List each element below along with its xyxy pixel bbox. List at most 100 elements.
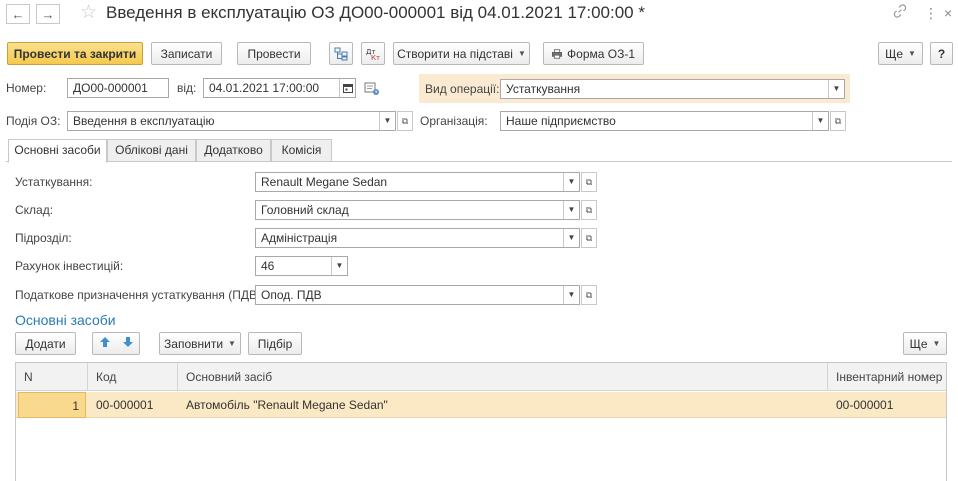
date-field[interactable]: 04.01.2021 17:00:00 — [203, 78, 356, 98]
chevron-down-icon: ▼ — [228, 339, 236, 348]
more-button[interactable]: Ще ▼ — [878, 42, 923, 65]
event-value: Введення в експлуатацію — [73, 114, 215, 128]
table-more-label: Ще — [909, 336, 928, 351]
favorite-star-icon[interactable]: ☆ — [80, 2, 97, 24]
svg-text:Кт: Кт — [371, 54, 380, 61]
move-up-button[interactable] — [99, 336, 111, 351]
structure-icon — [334, 47, 348, 60]
column-header-n[interactable]: N — [16, 363, 88, 391]
save-button[interactable]: Записати — [151, 42, 222, 65]
column-header-code[interactable]: Код — [88, 363, 178, 391]
create-based-on-button[interactable]: Створити на підставі ▼ — [393, 42, 530, 65]
cell-asset[interactable]: Автомобіль "Renault Megane Sedan" — [178, 392, 828, 418]
tax-purpose-value: Опод. ПДВ — [261, 288, 322, 302]
table-more-button[interactable]: Ще ▼ — [903, 332, 947, 355]
table-row[interactable]: 1 00-000001 Автомобіль "Renault Megane S… — [16, 392, 946, 418]
chevron-down-icon: ▼ — [908, 49, 916, 58]
organization-label: Організація: — [420, 114, 488, 128]
equipment-label: Устаткування: — [15, 175, 93, 189]
document-history-icon[interactable] — [364, 80, 380, 99]
arrow-right-icon: → — [41, 6, 55, 22]
dt-kt-button[interactable]: Дт Кт — [361, 42, 385, 65]
open-icon[interactable]: ⧉ — [581, 228, 597, 248]
arrow-left-icon: ← — [11, 6, 25, 22]
more-options-icon[interactable]: ⋮ — [924, 4, 938, 22]
tax-purpose-label: Податкове призначення устаткування (ПДВ)… — [15, 288, 265, 302]
printer-icon — [552, 48, 563, 59]
division-value: Адміністрація — [261, 231, 338, 245]
help-button[interactable]: ? — [930, 42, 953, 65]
column-header-inventory[interactable]: Інвентарний номер — [828, 363, 946, 391]
doc-history-svg — [364, 82, 379, 95]
chevron-down-icon[interactable]: ▼ — [563, 201, 579, 219]
page-title: Введення в експлуатацію ОЗ ДО00-000001 в… — [106, 3, 645, 22]
create-based-on-label: Створити на підставі — [397, 46, 513, 61]
structure-button[interactable] — [329, 42, 353, 65]
investment-account-select[interactable]: 46 ▼ — [255, 256, 348, 276]
warehouse-select[interactable]: Головний склад ▼ — [255, 200, 580, 220]
organization-select[interactable]: Наше підприємство ▼ — [500, 111, 829, 131]
chevron-down-icon[interactable]: ▼ — [331, 257, 347, 275]
chevron-down-icon[interactable]: ▼ — [563, 286, 579, 304]
pick-button[interactable]: Підбір — [248, 332, 302, 355]
tab-commission[interactable]: Комісія — [271, 139, 332, 162]
investment-account-label: Рахунок інвестицій: — [15, 259, 124, 273]
warehouse-value: Головний склад — [261, 203, 349, 217]
cell-n[interactable]: 1 — [18, 392, 86, 418]
open-icon[interactable]: ⧉ — [397, 111, 413, 131]
event-label: Подія ОЗ: — [6, 114, 61, 128]
debit-credit-icon: ДтКт — [366, 48, 380, 61]
fill-label: Заповнити — [164, 336, 224, 351]
equipment-value: Renault Megane Sedan — [261, 175, 388, 189]
calendar-icon[interactable] — [339, 79, 355, 97]
equipment-select[interactable]: Renault Megane Sedan ▼ — [255, 172, 580, 192]
table-header: N Код Основний засіб Інвентарний номер — [16, 363, 946, 391]
forward-button[interactable]: → — [36, 4, 60, 24]
date-value: 04.01.2021 17:00:00 — [209, 81, 320, 95]
chevron-down-icon: ▼ — [932, 339, 941, 348]
number-field[interactable]: ДО00-000001 — [67, 78, 169, 98]
arrow-down-icon — [122, 337, 133, 347]
chevron-down-icon: ▼ — [517, 49, 526, 58]
division-select[interactable]: Адміністрація ▼ — [255, 228, 580, 248]
tab-accounting-data[interactable]: Облікові дані — [107, 139, 196, 162]
back-button[interactable]: ← — [6, 4, 30, 24]
division-label: Підрозділ: — [15, 231, 72, 245]
post-and-close-button[interactable]: Провести та закрити — [7, 42, 143, 65]
assets-table: N Код Основний засіб Інвентарний номер 1… — [15, 362, 947, 481]
post-button[interactable]: Провести — [237, 42, 311, 65]
link-icon[interactable] — [893, 4, 907, 23]
open-icon[interactable]: ⧉ — [581, 285, 597, 305]
open-icon[interactable]: ⧉ — [830, 111, 846, 131]
investment-account-value: 46 — [261, 259, 275, 273]
close-icon[interactable]: × — [944, 4, 952, 22]
fill-button[interactable]: Заповнити ▼ — [159, 332, 241, 355]
column-header-asset[interactable]: Основний засіб — [178, 363, 828, 391]
link-icon-svg — [893, 4, 907, 18]
organization-value: Наше підприємство — [506, 114, 616, 128]
print-form-label: Форма ОЗ-1 — [567, 46, 635, 61]
number-label: Номер: — [6, 81, 47, 95]
more-label: Ще — [885, 46, 904, 61]
operation-select[interactable]: Устаткування ▼ — [500, 79, 845, 99]
date-label: від: — [177, 81, 197, 95]
tax-purpose-select[interactable]: Опод. ПДВ ▼ — [255, 285, 580, 305]
add-button[interactable]: Додати — [15, 332, 76, 355]
chevron-down-icon[interactable]: ▼ — [379, 112, 395, 130]
chevron-down-icon[interactable]: ▼ — [828, 80, 844, 98]
operation-value: Устаткування — [506, 82, 581, 96]
chevron-down-icon[interactable]: ▼ — [563, 173, 579, 191]
chevron-down-icon[interactable]: ▼ — [812, 112, 828, 130]
arrow-up-icon — [99, 337, 110, 347]
warehouse-label: Склад: — [15, 203, 54, 217]
open-icon[interactable]: ⧉ — [581, 172, 597, 192]
tab-additional[interactable]: Додатково — [196, 139, 271, 162]
open-icon[interactable]: ⧉ — [581, 200, 597, 220]
event-select[interactable]: Введення в експлуатацію ▼ — [67, 111, 396, 131]
cell-code[interactable]: 00-000001 — [88, 392, 178, 418]
move-down-button[interactable] — [122, 336, 134, 351]
tab-fixed-assets[interactable]: Основні засоби — [8, 139, 107, 163]
cell-inventory[interactable]: 00-000001 — [828, 392, 946, 418]
print-form-button[interactable]: Форма ОЗ-1 — [543, 42, 644, 65]
chevron-down-icon[interactable]: ▼ — [563, 229, 579, 247]
